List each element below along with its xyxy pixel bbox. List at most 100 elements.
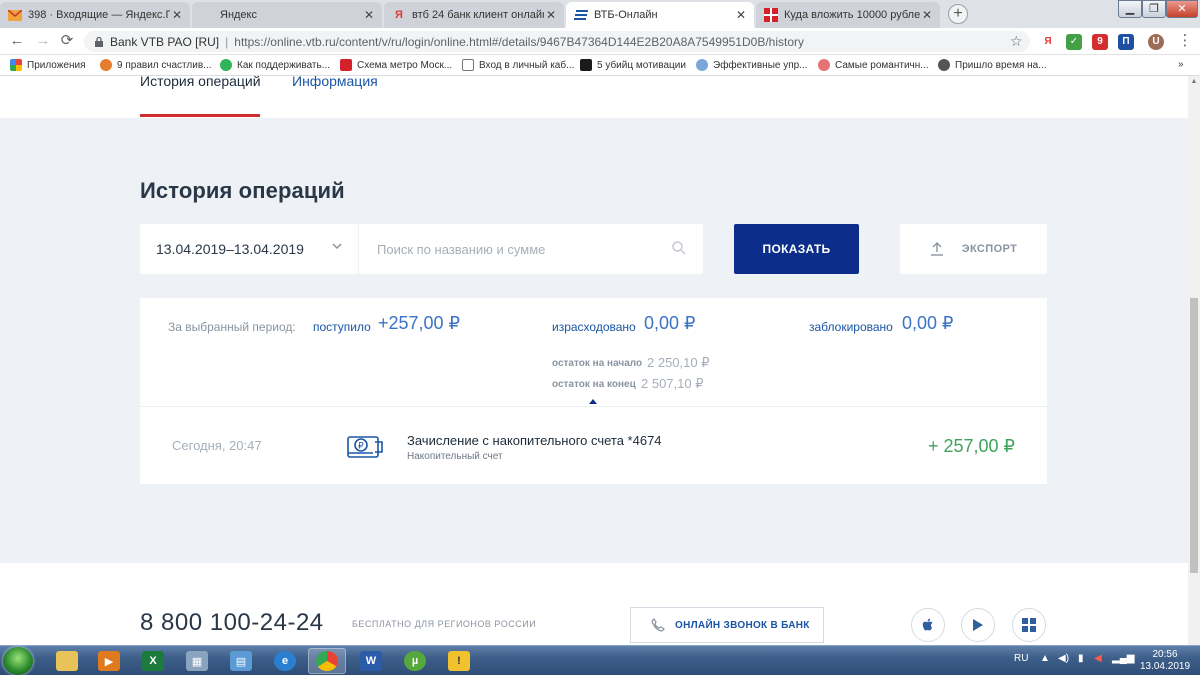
bookmark-item[interactable]: Самые романтичн... bbox=[818, 59, 929, 71]
close-window-button[interactable]: ✕ bbox=[1166, 0, 1198, 18]
spent-value: 0,00 ₽ bbox=[644, 313, 696, 333]
export-button[interactable]: ЭКСПОРТ bbox=[900, 224, 1047, 274]
taskbar-explorer[interactable] bbox=[48, 648, 86, 674]
windows-icon bbox=[1022, 618, 1036, 632]
bookmark-item[interactable]: 9 правил счастлив... bbox=[100, 59, 211, 71]
screen: 398 · Входящие — Яндекс.Почта ✕ Яндекс ✕… bbox=[0, 0, 1200, 675]
svg-text:₽: ₽ bbox=[358, 442, 364, 452]
bookmark-item[interactable]: Схема метро Моск... bbox=[340, 59, 452, 71]
start-balance-value: 2 250,10 ₽ bbox=[647, 355, 710, 370]
taskbar-warning-app[interactable]: ! bbox=[440, 648, 478, 674]
start-balance-label: остаток на начало bbox=[552, 358, 643, 369]
page-content: История операций Информация История опер… bbox=[0, 76, 1188, 645]
received-value: +257,00 ₽ bbox=[378, 313, 461, 333]
language-indicator[interactable]: RU bbox=[1014, 653, 1028, 664]
shield-ext-icon[interactable]: ✓ bbox=[1066, 34, 1082, 50]
show-button[interactable]: ПОКАЗАТЬ bbox=[734, 224, 859, 274]
bookmark-item[interactable]: Как поддерживать... bbox=[220, 59, 330, 71]
browser-tab-yandex[interactable]: Яндекс ✕ bbox=[192, 2, 382, 28]
menu-icon[interactable]: ⋮ bbox=[1176, 32, 1194, 50]
free-call-note: БЕСПЛАТНО ДЛЯ РЕГИОНОВ РОССИИ bbox=[352, 619, 537, 629]
search-icon bbox=[672, 241, 686, 255]
search-input[interactable]: Поиск по названию и сумме bbox=[359, 224, 703, 274]
phone-number[interactable]: 8 800 100-24-24 bbox=[140, 609, 324, 637]
word-icon: W bbox=[360, 651, 382, 671]
browser-tab-search[interactable]: Я втб 24 банк клиент онлайн — Я ✕ bbox=[384, 2, 564, 28]
flower-icon bbox=[100, 59, 112, 71]
close-icon[interactable]: ✕ bbox=[544, 8, 558, 22]
collapse-caret-icon[interactable] bbox=[589, 399, 597, 404]
taskbar-chrome[interactable] bbox=[308, 648, 346, 674]
back-icon[interactable]: ← bbox=[8, 32, 26, 50]
taskbar-word[interactable]: W bbox=[352, 648, 390, 674]
metro-icon bbox=[340, 59, 352, 71]
taskbar-excel[interactable]: X bbox=[134, 648, 172, 674]
yandex-ext-icon[interactable]: Я bbox=[1040, 34, 1056, 50]
tab-history[interactable]: История операций bbox=[140, 76, 261, 89]
page-icon bbox=[462, 59, 474, 71]
apple-icon bbox=[922, 618, 933, 631]
blocked-label: заблокировано bbox=[809, 320, 893, 334]
bookmark-star-icon[interactable]: ☆ bbox=[1010, 33, 1023, 50]
taskbar-calculator[interactable]: ▦ bbox=[178, 648, 216, 674]
address-bar[interactable]: Bank VTB PAO [RU] | https://online.vtb.r… bbox=[84, 31, 1030, 52]
browser-tab-invest[interactable]: Куда вложить 10000 рублей чтоб ✕ bbox=[756, 2, 940, 28]
bookmark-item[interactable]: Вход в личный каб... bbox=[462, 59, 574, 71]
chrome-icon bbox=[316, 651, 338, 671]
online-call-button[interactable]: ОНЛАЙН ЗВОНОК В БАНК bbox=[630, 607, 824, 643]
minimize-button[interactable]: ▁ bbox=[1118, 0, 1142, 18]
power-icon[interactable]: ▮ bbox=[1078, 653, 1084, 664]
bookmark-item[interactable]: 5 убийц мотивации bbox=[580, 59, 686, 71]
end-balance-label: остаток на конец bbox=[552, 379, 636, 390]
network-signal-icon[interactable]: ▂▄▆ bbox=[1112, 653, 1134, 664]
taskbar-utorrent[interactable]: µ bbox=[396, 648, 434, 674]
lock-icon bbox=[95, 36, 103, 47]
vtb-logo-icon bbox=[574, 8, 588, 22]
close-icon[interactable]: ✕ bbox=[170, 8, 184, 22]
browser-tab-mail[interactable]: 398 · Входящие — Яндекс.Почта ✕ bbox=[0, 2, 190, 28]
avatar[interactable]: U bbox=[1148, 34, 1164, 50]
app-store-button[interactable] bbox=[911, 608, 945, 642]
counter-ext-icon[interactable]: 9 bbox=[1092, 34, 1108, 50]
google-play-button[interactable] bbox=[961, 608, 995, 642]
new-tab-button[interactable]: + bbox=[948, 4, 968, 24]
bookmark-apps[interactable]: Приложения bbox=[10, 59, 86, 71]
taskbar-ie[interactable]: e bbox=[266, 648, 304, 674]
chevron-down-icon bbox=[332, 243, 342, 250]
taskbar-media[interactable]: ▶ bbox=[90, 648, 128, 674]
flag-icon[interactable]: ◀ bbox=[1094, 653, 1102, 664]
windows-store-button[interactable] bbox=[1012, 608, 1046, 642]
maximize-button[interactable]: ❐ bbox=[1142, 0, 1166, 18]
footer: 8 800 100-24-24 БЕСПЛАТНО ДЛЯ РЕГИОНОВ Р… bbox=[0, 563, 1188, 645]
scrollbar-thumb[interactable] bbox=[1190, 298, 1198, 573]
folder-icon bbox=[56, 651, 78, 671]
scroll-up-icon[interactable]: ▲ bbox=[1188, 76, 1200, 88]
taskbar-control-panel[interactable]: ▤ bbox=[222, 648, 260, 674]
start-button[interactable] bbox=[3, 647, 33, 675]
operation-row[interactable]: Сегодня, 20:47 ₽ Зачисление с накопитель… bbox=[140, 406, 1047, 484]
close-icon[interactable]: ✕ bbox=[734, 8, 748, 22]
upload-icon bbox=[930, 242, 943, 256]
taskbar-clock[interactable]: 20:56 13.04.2019 bbox=[1135, 649, 1195, 673]
browser-tab-vtb[interactable]: ВТБ-Онлайн ✕ bbox=[566, 2, 754, 28]
operation-amount: + 257,00 ₽ bbox=[927, 436, 1015, 456]
volume-icon[interactable]: ◀) bbox=[1058, 653, 1069, 664]
date-range-picker[interactable]: 13.04.2019–13.04.2019 bbox=[140, 224, 358, 274]
page-title: История операций bbox=[140, 178, 345, 203]
close-icon[interactable]: ✕ bbox=[920, 8, 934, 22]
period-summary: За выбранный период: поступило +257,00 ₽… bbox=[140, 298, 1047, 406]
tab-info[interactable]: Информация bbox=[292, 76, 378, 89]
forward-icon[interactable]: → bbox=[34, 32, 52, 50]
close-icon[interactable]: ✕ bbox=[362, 8, 376, 22]
pocket-ext-icon[interactable]: П bbox=[1118, 34, 1134, 50]
utorrent-icon: µ bbox=[404, 651, 426, 671]
motivation-icon bbox=[580, 59, 592, 71]
end-balance-value: 2 507,10 ₽ bbox=[641, 376, 704, 391]
bookmarks-overflow[interactable]: » bbox=[1178, 59, 1184, 70]
reload-icon[interactable]: ⟳ bbox=[58, 32, 76, 50]
apps-grid-icon bbox=[10, 59, 22, 71]
page-scrollbar[interactable]: ▲ bbox=[1188, 76, 1200, 645]
bookmark-item[interactable]: Эффективные упр... bbox=[696, 59, 808, 71]
bookmark-item[interactable]: Пришло время на... bbox=[938, 59, 1047, 71]
tray-expand-icon[interactable]: ▲ bbox=[1040, 653, 1050, 664]
